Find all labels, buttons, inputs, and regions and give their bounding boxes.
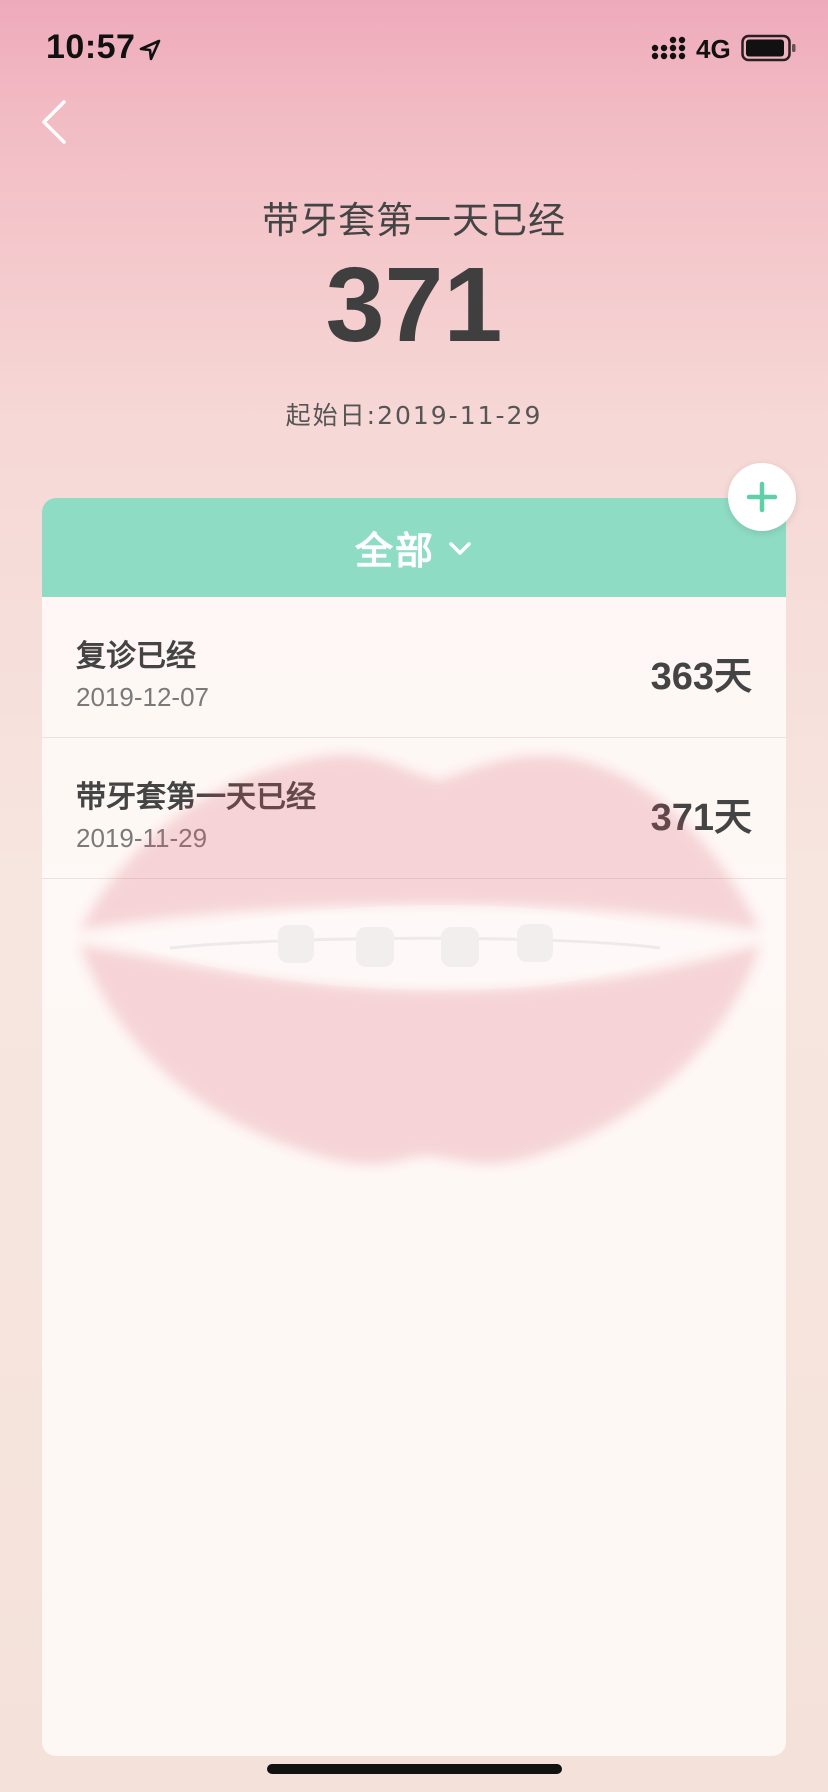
page-title: 带牙套第一天已经 xyxy=(262,199,566,242)
network-label: 4G xyxy=(696,34,731,64)
back-chevron-icon xyxy=(42,100,66,144)
location-arrow-icon xyxy=(139,39,161,61)
event-date: 2019-11-29 xyxy=(76,823,208,853)
event-date: 2019-12-07 xyxy=(76,682,209,712)
signal-icon xyxy=(651,36,686,60)
event-days-unit: 天 xyxy=(713,654,752,698)
add-event-button[interactable] xyxy=(728,463,796,531)
filter-dropdown[interactable]: 全部 xyxy=(42,498,786,597)
start-date: 起始日:2019-11-29 xyxy=(285,401,543,430)
event-days: 371天 xyxy=(651,786,752,841)
events-card: 全部 复诊已经 2019-12-07 363天 带牙套第一天已经 2019-11… xyxy=(42,498,786,1756)
plus-icon xyxy=(746,481,778,513)
battery-icon xyxy=(741,34,796,62)
event-days: 363天 xyxy=(651,645,752,700)
day-count: 371 xyxy=(325,246,503,364)
status-time: 10:57 xyxy=(46,28,136,66)
event-days-number: 371 xyxy=(650,797,714,839)
event-title: 带牙套第一天已经 xyxy=(76,780,316,815)
event-row[interactable]: 复诊已经 2019-12-07 363天 xyxy=(42,597,786,738)
chevron-down-icon xyxy=(449,541,471,555)
back-button[interactable] xyxy=(36,92,80,152)
home-indicator[interactable] xyxy=(267,1764,562,1774)
event-title: 复诊已经 xyxy=(76,639,196,674)
filter-label: 全部 xyxy=(354,529,435,573)
event-days-unit: 天 xyxy=(713,795,752,839)
status-bar: 10:57 4G xyxy=(0,0,828,100)
event-days-number: 363 xyxy=(650,656,714,698)
event-row[interactable]: 带牙套第一天已经 2019-11-29 371天 xyxy=(42,738,786,879)
